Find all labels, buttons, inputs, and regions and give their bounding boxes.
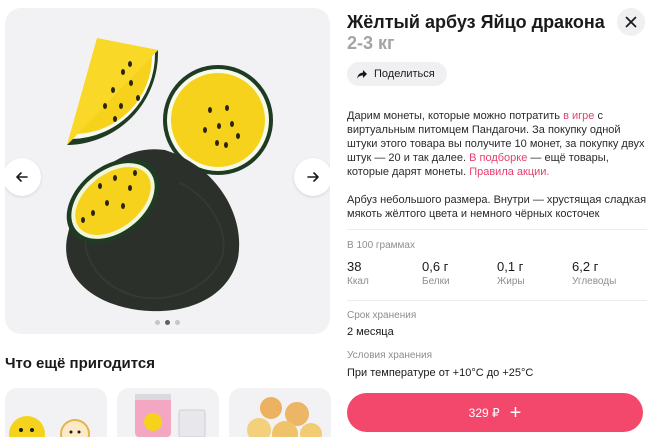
plus-icon: + [509, 401, 522, 424]
product-description: Арбуз небольшого размера. Внутри — хруст… [347, 194, 647, 220]
arrow-right-icon [307, 172, 319, 182]
storage-value: При температуре от +10°С до +25°С [347, 367, 534, 379]
nutrition-header: В 100 граммах [347, 240, 415, 251]
nutrition-value: 0,6 г [422, 259, 449, 274]
promo-collection-link[interactable]: В подборке [469, 152, 527, 164]
gallery-dot[interactable] [175, 320, 180, 325]
close-icon [625, 16, 637, 28]
recommendation-image [135, 394, 206, 437]
product-weight: 2-3 кг [347, 33, 395, 53]
add-to-cart-button[interactable]: 329 ₽ + [347, 393, 643, 432]
product-gallery[interactable] [5, 8, 330, 334]
recommendations-title: Что ещё пригодится [5, 355, 155, 372]
watermelon-wedge [67, 38, 159, 145]
promo-text: Дарим монеты, которые можно потратить в … [347, 109, 647, 179]
nutrition-value: 6,2 г [572, 259, 599, 274]
nutrition-item-protein: 0,6 г Белки [422, 259, 450, 287]
recommendation-card[interactable] [5, 388, 107, 437]
gallery-dot-active[interactable] [165, 320, 170, 325]
nutrition-item-carbs: 6,2 г Углеводы [572, 259, 616, 287]
arrow-left-icon [16, 172, 28, 182]
recommendation-image [9, 416, 90, 437]
nutrition-label: Углеводы [572, 276, 617, 287]
nutrition-item-calories: 38 Ккал [347, 259, 369, 287]
recommendation-card[interactable] [229, 388, 331, 437]
nutrition-value: 38 [347, 259, 362, 274]
price-label: 329 ₽ [468, 405, 500, 420]
shelf-life-label: Срок хранения [347, 310, 417, 321]
nutrition-label: Белки [422, 276, 450, 287]
storage-label: Условия хранения [347, 350, 433, 361]
gallery-pagination [5, 320, 330, 325]
close-button[interactable] [617, 8, 645, 36]
nutrition-label: Ккал [347, 276, 369, 287]
recommendation-card[interactable] [117, 388, 219, 437]
promo-text-part: Дарим монеты, которые можно потратить [347, 110, 564, 122]
divider [347, 229, 647, 230]
divider [347, 300, 647, 301]
gallery-dot[interactable] [155, 320, 160, 325]
nutrition-label: Жиры [497, 276, 525, 287]
promo-rules-link[interactable]: Правила акции. [469, 166, 549, 178]
recommendation-image [247, 397, 322, 437]
gallery-next-button[interactable] [294, 158, 330, 196]
shelf-life-value: 2 месяца [347, 326, 394, 338]
nutrition-item-fat: 0,1 г Жиры [497, 259, 525, 287]
share-label: Поделиться [374, 68, 435, 80]
nutrition-value: 0,1 г [497, 259, 524, 274]
product-title: Жёлтый арбуз Яйцо дракона [347, 12, 605, 32]
share-button[interactable]: Поделиться [347, 62, 447, 86]
promo-game-link[interactable]: в игре [563, 110, 594, 122]
product-image [66, 38, 273, 312]
share-arrow-icon [357, 69, 367, 79]
